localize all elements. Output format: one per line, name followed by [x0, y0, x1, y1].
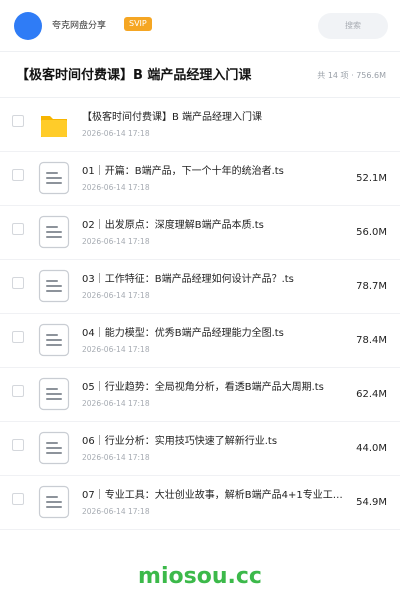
file-date: 2026-06-14 17:18 [82, 129, 150, 138]
share-title-bar: 【极客时间付费课】B 端产品经理入门课 共 14 项 · 756.6M [0, 52, 400, 98]
file-size: 78.7M [356, 281, 387, 292]
file-row[interactable]: 04｜能力模型：优秀B端产品经理能力全图.ts 2026-06-14 17:18 7… [0, 314, 400, 368]
file-size: 62.4M [356, 389, 387, 400]
file-size: 56.0M [356, 227, 387, 238]
document-icon [38, 215, 70, 249]
search-input[interactable]: 搜索 [318, 13, 388, 39]
row-checkbox[interactable] [12, 277, 24, 289]
row-checkbox[interactable] [12, 115, 24, 127]
document-icon [38, 269, 70, 303]
file-date: 2026-06-14 17:18 [82, 291, 150, 300]
watermark-text: miosou.cc [138, 564, 262, 589]
file-date: 2026-06-14 17:18 [82, 453, 150, 462]
document-icon [38, 323, 70, 357]
file-date: 2026-06-14 17:18 [82, 183, 150, 192]
row-checkbox[interactable] [12, 493, 24, 505]
file-size: 52.1M [356, 173, 387, 184]
folder-row[interactable]: 【极客时间付费课】B 端产品经理入门课 2026-06-14 17:18 [0, 98, 400, 152]
row-checkbox[interactable] [12, 439, 24, 451]
document-icon [38, 161, 70, 195]
file-row[interactable]: 07｜专业工具：大壮创业故事，解析B端产品4+1专业工具.ts 2026-06-1… [0, 476, 400, 530]
document-icon [38, 431, 70, 465]
document-icon [38, 485, 70, 519]
file-row[interactable]: 01｜开篇：B端产品，下一个十年的统治者.ts 2026-06-14 17:18 5… [0, 152, 400, 206]
folder-icon [38, 107, 70, 141]
file-name: 02｜出发原点：深度理解B端产品本质.ts [82, 220, 264, 231]
file-row[interactable]: 05｜行业趋势：全局视角分析，看透B端产品大周期.ts 2026-06-14 17… [0, 368, 400, 422]
file-row[interactable]: 02｜出发原点：深度理解B端产品本质.ts 2026-06-14 17:18 56.… [0, 206, 400, 260]
row-checkbox[interactable] [12, 385, 24, 397]
file-name: 06｜行业分析：实用技巧快速了解新行业.ts [82, 436, 278, 447]
document-icon [38, 377, 70, 411]
file-name: 07｜专业工具：大壮创业故事，解析B端产品4+1专业工具.ts [82, 490, 348, 501]
row-checkbox[interactable] [12, 331, 24, 343]
file-date: 2026-06-14 17:18 [82, 345, 150, 354]
file-date: 2026-06-14 17:18 [82, 507, 150, 516]
file-name: 04｜能力模型：优秀B端产品经理能力全图.ts [82, 328, 284, 339]
file-name: 【极客时间付费课】B 端产品经理入门课 [82, 112, 263, 123]
row-checkbox[interactable] [12, 223, 24, 235]
file-date: 2026-06-14 17:18 [82, 399, 150, 408]
username: 夸克网盘分享 [52, 21, 107, 31]
file-row[interactable]: 06｜行业分析：实用技巧快速了解新行业.ts 2026-06-14 17:18 44… [0, 422, 400, 476]
file-row[interactable]: 03｜工作特征：B端产品经理如何设计产品？.ts 2026-06-14 17:18… [0, 260, 400, 314]
row-checkbox[interactable] [12, 169, 24, 181]
file-name: 03｜工作特征：B端产品经理如何设计产品？.ts [82, 274, 294, 285]
page-title: 【极客时间付费课】B 端产品经理入门课 [16, 68, 252, 83]
file-date: 2026-06-14 17:18 [82, 237, 150, 246]
item-summary: 共 14 项 · 756.6M [317, 71, 386, 80]
avatar[interactable] [14, 12, 42, 40]
svip-badge: SVIP [124, 17, 152, 31]
file-size: 44.0M [356, 443, 387, 454]
file-name: 01｜开篇：B端产品，下一个十年的统治者.ts [82, 166, 284, 177]
file-size: 54.9M [356, 497, 387, 508]
top-bar: 夸克网盘分享 SVIP 搜索 [0, 0, 400, 52]
file-size: 78.4M [356, 335, 387, 346]
file-name: 05｜行业趋势：全局视角分析，看透B端产品大周期.ts [82, 382, 324, 393]
